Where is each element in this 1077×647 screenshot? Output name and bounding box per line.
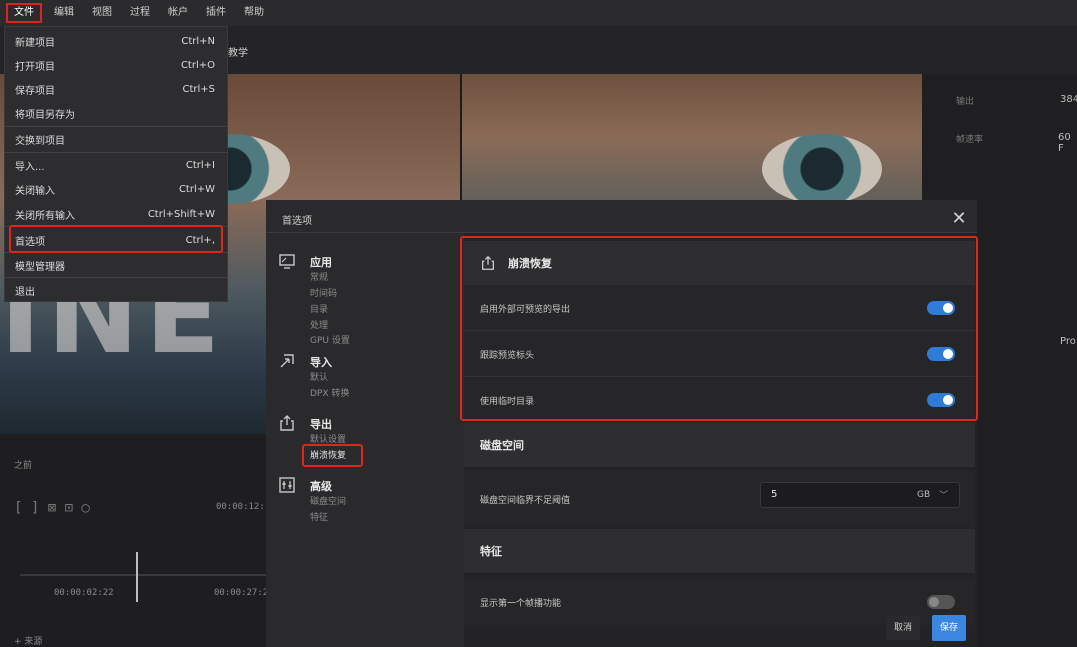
shortcut-text: Ctrl+I xyxy=(185,159,215,171)
timeline-track xyxy=(20,574,268,576)
setting-label: 显示第一个帧播功能 xyxy=(480,598,562,609)
setting-label: 磁盘空间临界不足阈值 xyxy=(480,495,571,506)
menu-item-import[interactable]: 导入... Ctrl+I xyxy=(5,153,227,177)
nav-dpx-conversion[interactable]: DPX 转换 xyxy=(310,386,349,399)
dialog-title: 首选项 xyxy=(282,216,312,227)
advanced-icon xyxy=(279,477,295,493)
shortcut-text: Ctrl+W xyxy=(178,183,215,195)
disk-threshold-select[interactable]: 5 GB ﹀ xyxy=(760,482,960,508)
close-icon[interactable]: ✕ xyxy=(950,210,968,228)
menu-item-switch-project[interactable]: 交换到项目 xyxy=(5,127,227,151)
nav-export[interactable]: 导出 xyxy=(310,416,332,432)
timeline-start-time: 00:00:02:22 xyxy=(54,588,114,598)
nav-directory[interactable]: 目录 xyxy=(310,302,328,315)
section-disk-space: 磁盘空间 xyxy=(464,423,975,467)
shortcut-text: Ctrl+N xyxy=(181,35,215,47)
preferences-dialog: 首选项 ✕ 应用 常规 时间码 目录 处理 GPU 设置 导入 默认 DPX 转… xyxy=(266,200,978,647)
fps-value: 60 F xyxy=(1058,132,1071,154)
menu-account[interactable]: 帐户 xyxy=(162,3,194,23)
crash-recovery-section-highlight xyxy=(460,236,978,421)
menu-item-label: 退出 xyxy=(15,286,35,298)
menu-item-label: 打开项目 xyxy=(15,61,55,73)
shortcut-text: Ctrl+O xyxy=(180,59,215,71)
eye-image xyxy=(762,134,882,204)
tab-tutorial[interactable]: 教学 xyxy=(228,44,248,59)
playhead[interactable] xyxy=(136,552,138,602)
after-preview xyxy=(462,74,922,204)
menu-item-label: 关闭所有输入 xyxy=(15,210,75,222)
cancel-button[interactable]: 取消 xyxy=(886,616,920,640)
nav-import[interactable]: 导入 xyxy=(310,354,332,370)
menu-item-label: 保存项目 xyxy=(15,85,55,97)
shortcut-text: Ctrl+Shift+W xyxy=(147,208,215,220)
menu-help[interactable]: 帮助 xyxy=(238,3,270,23)
nav-features[interactable]: 特征 xyxy=(310,510,328,523)
menu-item-new-project[interactable]: 新建项目 Ctrl+N xyxy=(5,29,227,53)
output-label: 输出 xyxy=(956,97,975,107)
output-value: 384 xyxy=(1060,94,1077,105)
pro-value: Pro xyxy=(1060,336,1076,347)
timeline-end-time: 00:00:27:20 xyxy=(214,588,274,598)
import-icon xyxy=(280,354,294,368)
menu-item-close-input[interactable]: 关闭输入 Ctrl+W xyxy=(5,177,227,201)
menu-item-model-manager[interactable]: 模型管理器 xyxy=(5,253,227,277)
menu-item-close-all-inputs[interactable]: 关闭所有输入 Ctrl+Shift+W xyxy=(5,202,227,226)
threshold-value: 5 xyxy=(771,489,778,500)
menu-view[interactable]: 视图 xyxy=(86,3,118,23)
shortcut-text: Ctrl+S xyxy=(182,83,215,95)
nav-timecode[interactable]: 时间码 xyxy=(310,286,337,299)
menu-item-save-as[interactable]: 将项目另存为 xyxy=(5,101,227,125)
menu-item-label: 将项目另存为 xyxy=(15,109,75,121)
nav-general[interactable]: 常规 xyxy=(310,270,328,283)
crash-recovery-highlight xyxy=(302,444,363,467)
nav-import-default[interactable]: 默认 xyxy=(310,370,328,383)
before-label: 之前 xyxy=(14,461,33,471)
nav-processing[interactable]: 处理 xyxy=(310,318,328,331)
section-title: 磁盘空间 xyxy=(480,439,524,452)
monitor-icon xyxy=(279,254,295,269)
threshold-unit: GB xyxy=(917,490,931,500)
menu-item-label: 交换到项目 xyxy=(15,135,65,147)
menu-plugins[interactable]: 插件 xyxy=(200,3,232,23)
menu-item-label: 模型管理器 xyxy=(15,261,65,273)
nav-gpu-settings[interactable]: GPU 设置 xyxy=(310,333,350,346)
export-icon xyxy=(280,415,294,431)
file-menu-dropdown: 新建项目 Ctrl+N 打开项目 Ctrl+O 保存项目 Ctrl+S 将项目另存为 … xyxy=(4,26,228,302)
menu-item-label: 新建项目 xyxy=(15,37,55,49)
nav-app[interactable]: 应用 xyxy=(310,254,332,270)
preferences-highlight xyxy=(9,225,223,253)
nav-disk-space[interactable]: 磁盘空间 xyxy=(310,494,346,507)
menu-edit[interactable]: 编辑 xyxy=(48,3,80,23)
nav-advanced[interactable]: 高级 xyxy=(310,478,332,494)
section-title: 特征 xyxy=(480,545,502,558)
section-features: 特征 xyxy=(464,529,975,573)
menu-item-label: 导入... xyxy=(15,161,45,173)
add-source-button[interactable]: + 来源 xyxy=(14,634,42,647)
menu-process[interactable]: 过程 xyxy=(124,3,156,23)
menu-item-save-project[interactable]: 保存项目 Ctrl+S xyxy=(5,77,227,101)
menu-item-exit[interactable]: 退出 xyxy=(5,278,227,302)
timeline-panel: 之前 [ ] ⊠ ⊡ ○ 00:00:12:1 00:00:02:22 00:0… xyxy=(0,434,274,647)
chevron-down-icon: ﹀ xyxy=(939,491,949,501)
fps-label: 帧速率 xyxy=(956,135,984,145)
menu-bar: 文件 编辑 视图 过程 帐户 插件 帮助 xyxy=(0,0,1077,26)
menu-item-label: 关闭输入 xyxy=(15,185,55,197)
trim-brackets-icon[interactable]: [ ] ⊠ ⊡ ○ xyxy=(14,500,90,516)
feature-toggle[interactable] xyxy=(927,595,955,609)
menu-item-open-project[interactable]: 打开项目 Ctrl+O xyxy=(5,53,227,77)
menu-file[interactable]: 文件 xyxy=(6,3,42,23)
current-time: 00:00:12:1 xyxy=(216,502,271,512)
save-button[interactable]: 保存 xyxy=(932,615,966,641)
